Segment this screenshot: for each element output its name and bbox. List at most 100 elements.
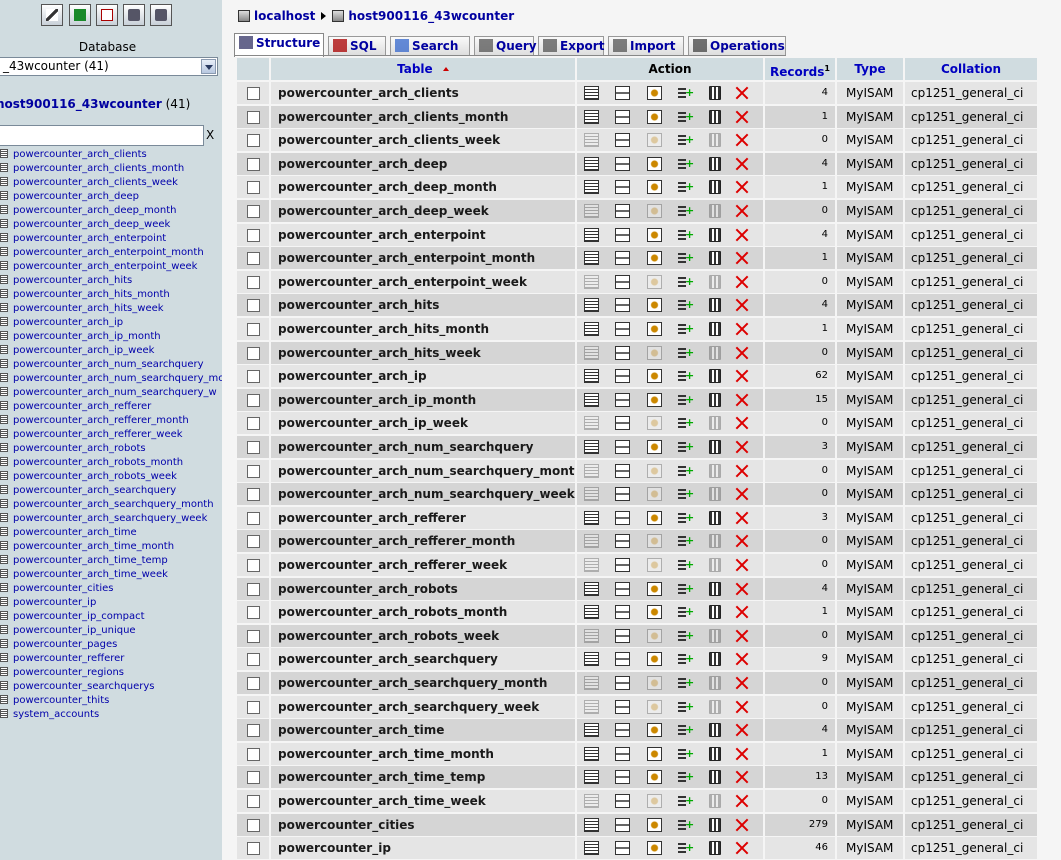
browse-table-icon[interactable] bbox=[0, 219, 8, 228]
sidebar-table-label[interactable]: powercounter_arch_deep_month bbox=[13, 205, 176, 216]
insert-icon[interactable] bbox=[677, 460, 694, 482]
insert-icon[interactable] bbox=[677, 200, 694, 222]
structure-icon[interactable] bbox=[615, 180, 630, 195]
sidebar-table-label[interactable]: powercounter_regions bbox=[13, 667, 124, 678]
structure-icon[interactable] bbox=[615, 581, 630, 596]
sidebar-table-item[interactable]: powercounter_arch_time_temp bbox=[0, 554, 168, 568]
structure-icon[interactable] bbox=[615, 440, 630, 454]
structure-icon[interactable] bbox=[615, 558, 630, 572]
insert-icon[interactable] bbox=[677, 648, 694, 670]
search-icon[interactable] bbox=[647, 628, 662, 643]
structure-icon[interactable] bbox=[615, 369, 630, 384]
structure-icon[interactable] bbox=[615, 652, 630, 667]
sidebar-table-label[interactable]: powercounter_arch_ip_month bbox=[13, 331, 161, 342]
browse-table-icon[interactable] bbox=[0, 149, 8, 158]
sidebar-table-item[interactable]: powercounter_arch_refferer_week bbox=[0, 428, 183, 442]
browse-table-icon[interactable] bbox=[0, 597, 8, 606]
browse-icon[interactable] bbox=[584, 251, 599, 266]
sidebar-table-item[interactable]: powercounter_arch_refferer_month bbox=[0, 414, 189, 428]
browse-table-icon[interactable] bbox=[0, 541, 8, 550]
browse-icon[interactable] bbox=[584, 581, 599, 596]
sidebar-table-item[interactable]: powercounter_searchquerys bbox=[0, 680, 154, 694]
row-checkbox[interactable] bbox=[247, 582, 260, 596]
sidebar-table-item[interactable]: powercounter_arch_hits_week bbox=[0, 302, 164, 316]
browse-table-icon[interactable] bbox=[0, 163, 8, 172]
sidebar-table-item[interactable]: powercounter_arch_refferer bbox=[0, 400, 151, 414]
empty-table-icon[interactable] bbox=[709, 487, 721, 502]
browse-icon[interactable] bbox=[584, 487, 599, 502]
search-icon[interactable] bbox=[647, 487, 662, 502]
empty-table-icon[interactable] bbox=[709, 510, 721, 525]
drop-table-icon[interactable] bbox=[735, 723, 749, 737]
sidebar-table-label[interactable]: powercounter_arch_num_searchquery bbox=[13, 359, 204, 370]
search-icon[interactable] bbox=[647, 345, 662, 360]
insert-icon[interactable] bbox=[677, 176, 694, 198]
sidebar-table-label[interactable]: powercounter_arch_num_searchquery_mo bbox=[13, 373, 222, 384]
structure-icon[interactable] bbox=[615, 274, 630, 289]
sidebar-table-item[interactable]: powercounter_refferer bbox=[0, 652, 124, 666]
sort-ascending-icon[interactable] bbox=[442, 67, 449, 71]
structure-icon[interactable] bbox=[615, 770, 630, 785]
insert-icon[interactable] bbox=[677, 436, 694, 458]
drop-table-icon[interactable] bbox=[735, 298, 749, 312]
row-checkbox[interactable] bbox=[247, 488, 260, 502]
row-checkbox[interactable] bbox=[247, 724, 260, 738]
tab-search[interactable]: Search bbox=[390, 36, 470, 56]
search-icon[interactable] bbox=[647, 180, 662, 195]
sidebar-table-label[interactable]: powercounter_arch_hits_month bbox=[13, 289, 170, 300]
database-heading-name[interactable]: host900116_43wcounter bbox=[0, 97, 162, 111]
empty-table-icon[interactable] bbox=[709, 723, 721, 738]
sidebar-table-item[interactable]: powercounter_pages bbox=[0, 638, 117, 652]
table-name[interactable]: powercounter_cities bbox=[271, 813, 575, 836]
insert-icon[interactable] bbox=[677, 696, 694, 718]
insert-icon[interactable] bbox=[677, 790, 694, 812]
structure-icon[interactable] bbox=[615, 86, 630, 100]
drop-table-icon[interactable] bbox=[735, 794, 749, 808]
query-window-icon[interactable] bbox=[150, 4, 172, 26]
database-heading[interactable]: host900116_43wcounter (41) bbox=[0, 97, 190, 111]
sidebar-table-label[interactable]: system_accounts bbox=[13, 709, 99, 720]
structure-icon[interactable] bbox=[615, 392, 630, 407]
browse-icon[interactable] bbox=[584, 298, 599, 313]
sidebar-table-item[interactable]: powercounter_arch_ip_month bbox=[0, 330, 161, 344]
browse-table-icon[interactable] bbox=[0, 485, 8, 494]
search-icon[interactable] bbox=[647, 369, 662, 384]
browse-table-icon[interactable] bbox=[0, 569, 8, 578]
browse-table-icon[interactable] bbox=[0, 457, 8, 466]
sidebar-table-item[interactable]: powercounter_ip_compact bbox=[0, 610, 145, 624]
sidebar-table-item[interactable]: powercounter_arch_robots bbox=[0, 442, 146, 456]
browse-icon[interactable] bbox=[584, 86, 599, 100]
browse-table-icon[interactable] bbox=[0, 681, 8, 690]
empty-table-icon[interactable] bbox=[709, 227, 721, 242]
row-checkbox[interactable] bbox=[247, 275, 260, 289]
search-icon[interactable] bbox=[647, 416, 662, 431]
sidebar-table-label[interactable]: powercounter_arch_robots_month bbox=[13, 457, 183, 468]
insert-icon[interactable] bbox=[677, 247, 694, 269]
browse-table-icon[interactable] bbox=[0, 177, 8, 186]
structure-icon[interactable] bbox=[615, 487, 630, 502]
table-name[interactable]: powercounter_arch_ip_month bbox=[271, 388, 575, 411]
structure-icon[interactable] bbox=[615, 251, 630, 266]
drop-table-icon[interactable] bbox=[735, 180, 749, 194]
table-name[interactable]: powercounter_arch_hits bbox=[271, 294, 575, 317]
empty-table-icon[interactable] bbox=[709, 746, 721, 761]
header-records-label[interactable]: Records bbox=[770, 65, 824, 79]
drop-table-icon[interactable] bbox=[735, 369, 749, 383]
sidebar-table-label[interactable]: powercounter_arch_robots bbox=[13, 443, 146, 454]
search-icon[interactable] bbox=[647, 841, 662, 856]
browse-table-icon[interactable] bbox=[0, 639, 8, 648]
browse-icon[interactable] bbox=[584, 676, 599, 690]
header-table[interactable]: Table bbox=[271, 58, 575, 80]
sidebar-table-label[interactable]: powercounter_arch_time bbox=[13, 527, 137, 538]
empty-table-icon[interactable] bbox=[709, 251, 721, 266]
search-icon[interactable] bbox=[647, 86, 662, 100]
empty-table-icon[interactable] bbox=[709, 794, 721, 808]
sidebar-table-item[interactable]: powercounter_arch_deep bbox=[0, 190, 139, 204]
row-checkbox[interactable] bbox=[247, 370, 260, 384]
row-checkbox[interactable] bbox=[247, 511, 260, 525]
search-icon[interactable] bbox=[647, 581, 662, 596]
sidebar-table-item[interactable]: powercounter_arch_searchquery bbox=[0, 484, 176, 498]
sidebar-table-item[interactable]: powercounter_arch_clients_month bbox=[0, 162, 184, 176]
insert-icon[interactable] bbox=[677, 389, 694, 411]
sidebar-table-label[interactable]: powercounter_arch_deep_week bbox=[13, 219, 170, 230]
